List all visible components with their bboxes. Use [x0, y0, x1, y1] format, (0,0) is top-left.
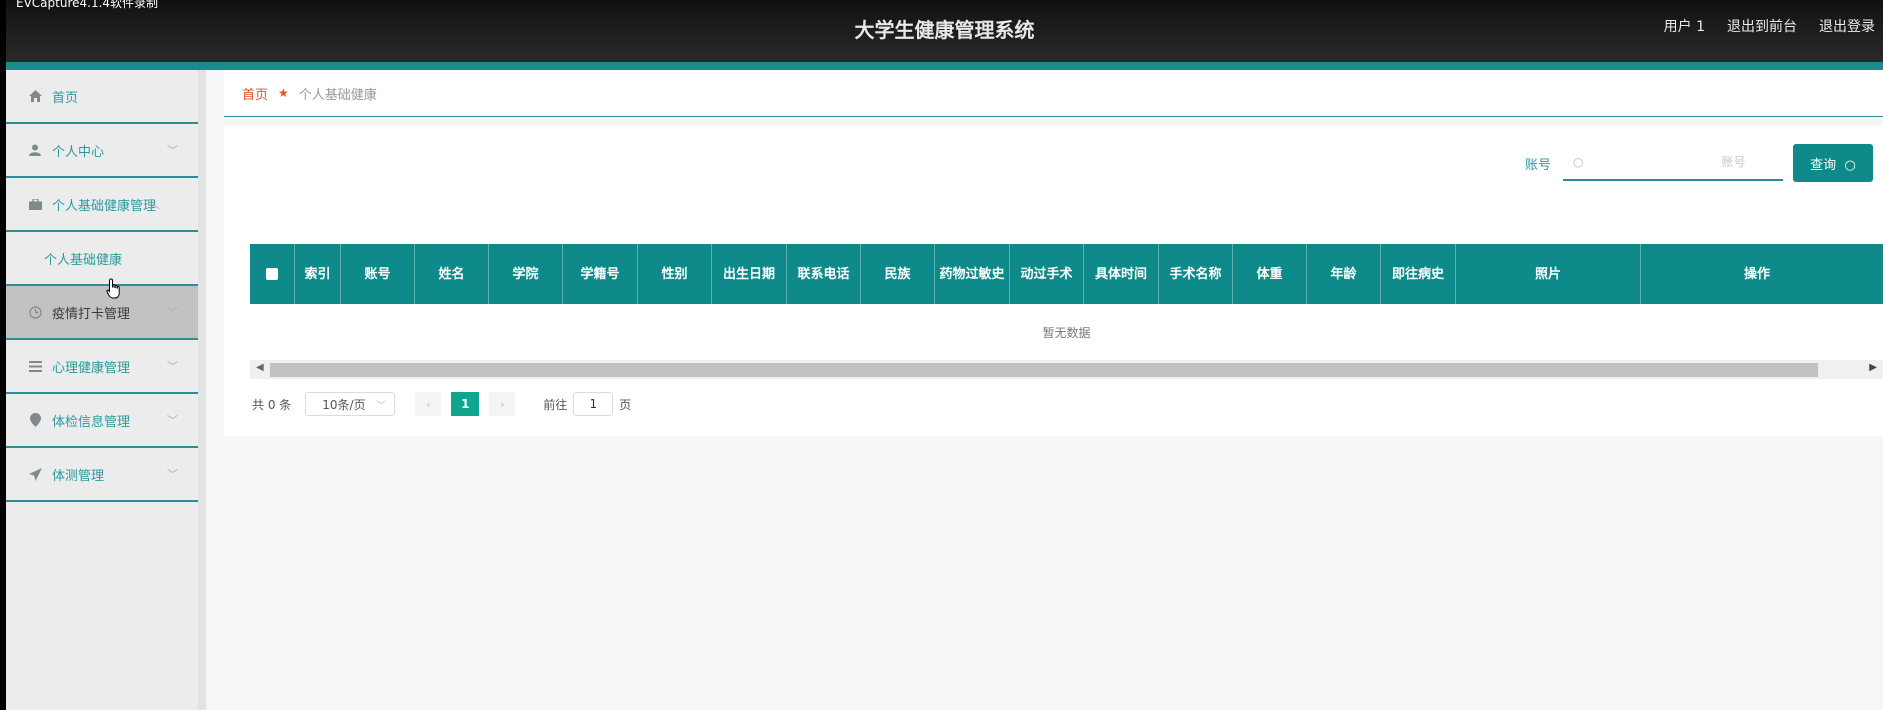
app-frame: 大学生健康管理系统 用户 1 退出到前台 退出登录 首页 个人中心 ﹀ 个人基础… [6, 0, 1883, 710]
sidebar-item-label: 体检信息管理 [52, 414, 131, 430]
chevron-down-icon: ﹀ [167, 306, 178, 319]
sidebar-item-label: 个人基础健康管理 [52, 198, 157, 214]
select-all-checkbox[interactable] [266, 268, 278, 280]
user-link[interactable]: 用户 1 [1664, 16, 1705, 36]
pagination: 共 0 条 10条/页 ﹀ ‹ 1 › 前往 页 [252, 392, 631, 416]
column-header[interactable]: 动过手术 [1010, 244, 1084, 304]
column-header[interactable]: 性别 [638, 244, 712, 304]
select-all-checkbox-cell [250, 244, 295, 304]
hand-cursor-icon [106, 278, 120, 299]
send-icon [28, 467, 42, 481]
column-header[interactable]: 学籍号 [563, 244, 638, 304]
top-bar: 大学生健康管理系统 用户 1 退出到前台 退出登录 [6, 0, 1883, 70]
system-title: 大学生健康管理系统 [854, 18, 1035, 42]
goto-prefix: 前往 [543, 397, 568, 412]
chevron-down-icon: ﹀ [376, 400, 387, 412]
clock-icon [28, 305, 42, 319]
column-header[interactable]: 姓名 [415, 244, 489, 304]
sidebar-item-label: 疫情打卡管理 [52, 306, 131, 322]
page-number-button[interactable]: 1 [451, 392, 480, 416]
sidebar-item-label: 心理健康管理 [52, 360, 131, 376]
column-header[interactable]: 索引 [295, 244, 341, 304]
goto-suffix: 页 [619, 397, 632, 412]
column-header[interactable]: 出生日期 [712, 244, 787, 304]
query-button[interactable]: 查询 ○ [1793, 144, 1873, 182]
top-links: 用户 1 退出到前台 退出登录 [1664, 16, 1875, 36]
column-header[interactable]: 即往病史 [1381, 244, 1456, 304]
column-header[interactable]: 体重 [1233, 244, 1307, 304]
page-size-value: 10条/页 [322, 397, 366, 412]
sidebar: 首页 个人中心 ﹀ 个人基础健康管理 ︿ 个人基础健康 疫情打卡管理 ﹀ 心理健… [6, 70, 206, 710]
sidebar-item-basic-health-management[interactable]: 个人基础健康管理 ︿ [6, 178, 198, 232]
sidebar-item-personal-center[interactable]: 个人中心 ﹀ [6, 124, 198, 178]
breadcrumb-separator-icon: ★ [278, 86, 289, 100]
column-header[interactable]: 操作 [1641, 244, 1873, 304]
logout-link[interactable]: 退出登录 [1819, 16, 1875, 36]
location-icon [28, 413, 42, 427]
list-icon [28, 359, 42, 373]
account-search-input[interactable] [1593, 154, 1748, 170]
chevron-down-icon: ﹀ [167, 360, 178, 373]
briefcase-icon [28, 197, 42, 211]
column-header[interactable]: 学院 [489, 244, 563, 304]
chevron-left-icon: ‹ [426, 397, 431, 411]
sidebar-item-label: 个人中心 [52, 144, 105, 160]
sidebar-item-home[interactable]: 首页 [6, 70, 198, 124]
search-icon: ○ [1573, 155, 1584, 169]
prev-page-button[interactable]: ‹ [415, 392, 442, 416]
scroll-right-icon[interactable]: ▶ [1869, 362, 1877, 373]
sidebar-item-label: 首页 [52, 90, 79, 106]
table-empty-text: 暂无数据 [250, 304, 1883, 361]
user-icon [28, 143, 42, 157]
sidebar-subitem-basic-health[interactable]: 个人基础健康 [6, 232, 198, 286]
column-header[interactable]: 药物过敏史 [935, 244, 1010, 304]
goto-page-input[interactable] [573, 392, 614, 416]
search-icon: ○ [1840, 157, 1856, 173]
chevron-down-icon: ﹀ [167, 414, 178, 427]
sidebar-item-epidemic-checkin[interactable]: 疫情打卡管理 ﹀ [6, 286, 198, 340]
page-size-select[interactable]: 10条/页 ﹀ [305, 392, 396, 416]
column-header[interactable]: 具体时间 [1084, 244, 1159, 304]
total-count: 共 0 条 [252, 397, 292, 412]
home-icon [28, 89, 42, 103]
search-bar: 账号 ○ 查询 ○ [1525, 144, 1873, 182]
breadcrumb-home[interactable]: 首页 [242, 84, 268, 103]
chevron-right-icon: › [500, 397, 505, 411]
column-header[interactable]: 照片 [1456, 244, 1641, 304]
column-header[interactable]: 民族 [861, 244, 935, 304]
column-header[interactable]: 账号 [341, 244, 415, 304]
horizontal-scrollbar[interactable]: ◀ ▶ [250, 361, 1883, 379]
next-page-button[interactable]: › [489, 392, 516, 416]
sidebar-item-label: 体测管理 [52, 468, 105, 484]
column-header[interactable]: 手术名称 [1159, 244, 1233, 304]
column-header[interactable]: 联系电话 [787, 244, 861, 304]
sidebar-item-mental-health[interactable]: 心理健康管理 ﹀ [6, 340, 198, 394]
query-button-label: 查询 [1810, 157, 1837, 173]
search-field: ○ [1563, 145, 1783, 181]
chevron-down-icon: ﹀ [167, 468, 178, 481]
scroll-left-icon[interactable]: ◀ [256, 362, 264, 373]
data-table: 索引 账号 姓名 学院 学籍号 性别 出生日期 联系电话 民族 药物过敏史 动过… [250, 244, 1883, 384]
back-to-frontend-link[interactable]: 退出到前台 [1727, 16, 1797, 36]
breadcrumb: 首页 ★ 个人基础健康 [224, 70, 1883, 117]
recording-watermark: EVCapture4.1.4软件录制 [16, 0, 159, 10]
main-panel: 账号 ○ 查询 ○ 索引 账号 姓名 学院 学籍号 性别 出生日期 [224, 126, 1883, 436]
breadcrumb-current: 个人基础健康 [298, 87, 377, 103]
sidebar-item-physical-exam[interactable]: 体检信息管理 ﹀ [6, 394, 198, 448]
scrollbar-thumb[interactable] [270, 363, 1818, 377]
chevron-up-icon: ︿ [149, 198, 160, 211]
sidebar-item-fitness-test[interactable]: 体测管理 ﹀ [6, 448, 198, 502]
column-header[interactable]: 年龄 [1307, 244, 1381, 304]
chevron-down-icon: ﹀ [167, 144, 178, 157]
search-label: 账号 [1524, 157, 1551, 173]
table-header: 索引 账号 姓名 学院 学籍号 性别 出生日期 联系电话 民族 药物过敏史 动过… [250, 244, 1883, 304]
